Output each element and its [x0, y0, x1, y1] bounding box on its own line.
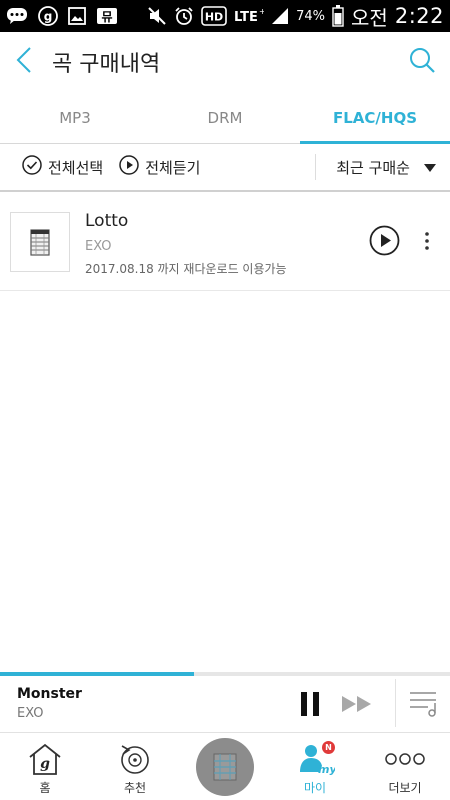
- nav-home-label: 홈: [39, 781, 51, 795]
- svg-text:my: my: [318, 763, 335, 776]
- svg-text:LTE: LTE: [234, 10, 258, 25]
- check-circle-icon: [22, 155, 42, 179]
- page-title: 곡 구매내역: [52, 52, 161, 77]
- fast-forward-icon: [340, 696, 374, 719]
- message-icon: [6, 7, 28, 25]
- back-icon: [16, 47, 32, 77]
- more-icon: [385, 741, 425, 777]
- tab-mp3[interactable]: MP3: [0, 92, 150, 143]
- gallery-icon: [68, 7, 86, 25]
- svg-text:g: g: [40, 756, 50, 772]
- nav-now-playing[interactable]: [180, 733, 270, 800]
- lte-icon: LTE +: [234, 6, 264, 26]
- nav-my-label: 마이: [303, 781, 327, 795]
- nav-more[interactable]: 더보기: [360, 733, 450, 800]
- play-all-label: 전체듣기: [145, 158, 201, 177]
- back-button[interactable]: [0, 32, 48, 92]
- svg-text:+: +: [259, 7, 264, 16]
- dropdown-arrow-icon: [424, 158, 436, 176]
- list-toolbar: 전체선택 전체듣기 최근 구매순: [0, 144, 450, 192]
- svg-text:뮤: 뮤: [101, 10, 112, 24]
- recommend-icon: [117, 741, 153, 777]
- tab-flac-hqs[interactable]: FLAC/HQS: [300, 92, 450, 144]
- nav-recommend-label: 추천: [123, 781, 147, 795]
- svg-text:HD: HD: [205, 11, 223, 24]
- nav-recommend[interactable]: 추천: [90, 733, 180, 800]
- battery-percent: 74%: [296, 8, 326, 24]
- select-all-button[interactable]: 전체선택: [22, 155, 103, 179]
- svg-text:g: g: [44, 10, 53, 24]
- play-circle-icon: [119, 155, 139, 179]
- pause-icon: [299, 692, 321, 722]
- album-disc-icon: [196, 738, 254, 796]
- mini-player[interactable]: Monster EXO: [0, 672, 450, 732]
- kebab-menu-icon: [425, 231, 429, 254]
- status-bar: g 뮤 HD LTE + 74% 오전 2:22: [0, 0, 450, 32]
- redownload-note: 2017.08.18 까지 재다운로드 이용가능: [85, 262, 287, 276]
- play-circle-icon: [369, 225, 400, 260]
- nav-home[interactable]: g 홈: [0, 733, 90, 800]
- search-button[interactable]: [394, 32, 450, 92]
- playlist-icon: [406, 692, 440, 725]
- song-more-button[interactable]: [420, 227, 434, 258]
- play-all-button[interactable]: 전체듣기: [119, 155, 200, 179]
- search-icon: [408, 46, 436, 78]
- sort-label: 최근 구매순: [336, 158, 410, 177]
- player-divider: [395, 679, 396, 727]
- pause-button[interactable]: [299, 690, 321, 718]
- playback-progress[interactable]: [0, 672, 450, 676]
- purchase-list: Lotto EXO 2017.08.18 까지 재다운로드 이용가능: [0, 193, 450, 291]
- bottom-nav: g 홈 추천 my N 마이 더보기: [0, 732, 450, 800]
- list-item[interactable]: Lotto EXO 2017.08.18 까지 재다운로드 이용가능: [0, 193, 450, 291]
- song-play-button[interactable]: [369, 225, 400, 260]
- sort-dropdown[interactable]: 최근 구매순: [315, 154, 450, 180]
- tab-drm[interactable]: DRM: [150, 92, 300, 143]
- g-app-icon: g: [38, 6, 58, 26]
- signal-icon: [271, 7, 289, 25]
- home-icon: g: [26, 741, 64, 777]
- format-tabs: MP3 DRM FLAC/HQS: [0, 92, 450, 144]
- song-info: Lotto EXO 2017.08.18 까지 재다운로드 이용가능: [85, 211, 287, 277]
- notification-badge: N: [322, 741, 335, 754]
- song-artist: EXO: [85, 239, 112, 254]
- app-header: 곡 구매내역: [0, 32, 450, 92]
- select-all-label: 전체선택: [48, 158, 104, 177]
- now-playing-artist: EXO: [17, 706, 44, 721]
- playlist-button[interactable]: [406, 685, 440, 721]
- playback-progress-fill: [0, 672, 194, 676]
- hd-icon: HD: [201, 6, 227, 26]
- next-button[interactable]: [340, 693, 374, 715]
- nav-my[interactable]: my N 마이: [270, 733, 360, 800]
- now-playing-title: Monster: [17, 686, 82, 702]
- clock-ampm: 오전: [351, 5, 388, 30]
- nav-more-label: 더보기: [388, 781, 422, 795]
- album-thumbnail: [10, 212, 70, 272]
- song-title: Lotto: [85, 211, 129, 231]
- mute-icon: [147, 6, 167, 26]
- clock-time: 2:22: [394, 4, 444, 28]
- alarm-icon: [174, 6, 194, 26]
- music-icon: 뮤: [96, 6, 118, 26]
- battery-icon: [332, 5, 344, 27]
